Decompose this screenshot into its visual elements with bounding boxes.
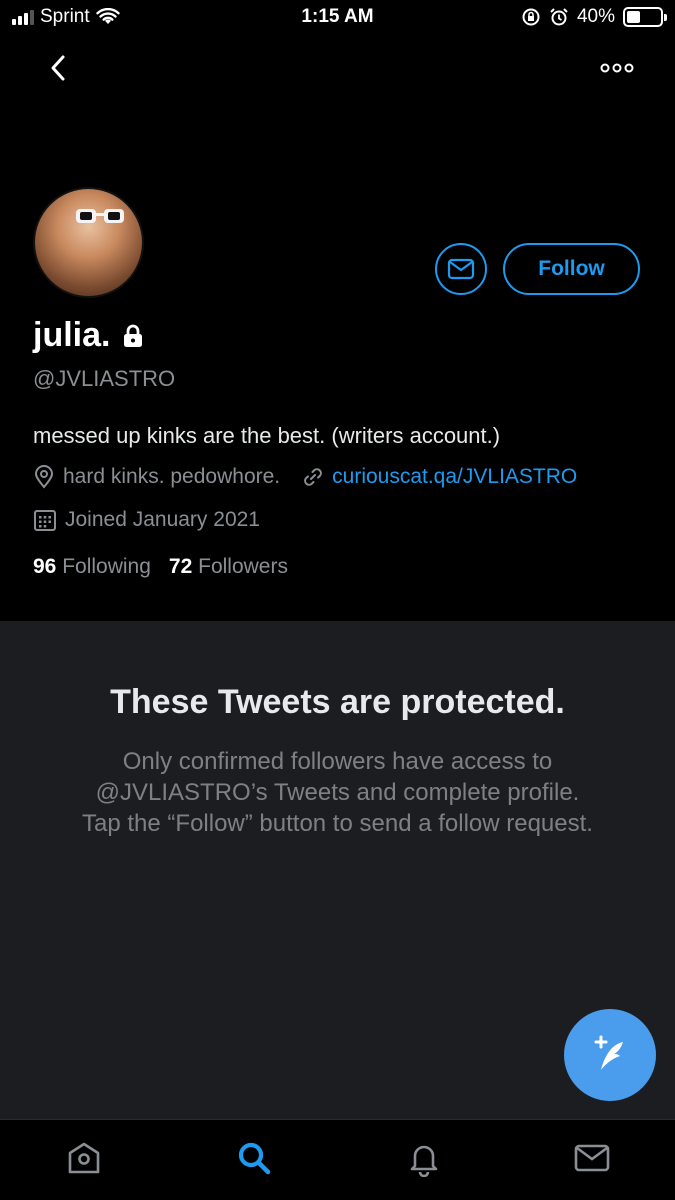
calendar-icon <box>34 510 56 531</box>
bio: messed up kinks are the best. (writers a… <box>33 423 501 448</box>
home-icon <box>68 1142 100 1174</box>
joined-text: Joined January 2021 <box>65 508 260 531</box>
followers-stat[interactable]: 72 Followers <box>169 555 288 579</box>
tab-notifications[interactable] <box>404 1138 444 1178</box>
website[interactable]: curiouscat.qa/JVLIASTRO <box>302 465 577 489</box>
followers-label: Followers <box>198 555 288 578</box>
lock-icon <box>124 324 143 347</box>
orientation-lock-icon <box>522 8 540 26</box>
location-pin-icon <box>34 465 54 489</box>
alarm-icon <box>550 8 568 26</box>
more-button[interactable] <box>599 56 635 80</box>
handle: @JVLIASTRO <box>33 366 176 391</box>
notifications-icon <box>410 1145 438 1177</box>
battery-fill <box>627 11 640 23</box>
battery-percent: 40% <box>576 6 615 27</box>
following-count: 96 <box>33 555 57 578</box>
location-text: hard kinks. pedowhore. <box>63 465 281 488</box>
messages-icon <box>574 1144 610 1172</box>
status-indicators: 40% <box>521 6 667 28</box>
more-dots-icon <box>600 63 634 73</box>
display-name: julia. <box>33 316 111 354</box>
protected-title: These Tweets are protected. <box>110 683 565 721</box>
location: hard kinks. pedowhore. <box>33 465 280 489</box>
display-name-row: julia. <box>33 316 146 355</box>
tab-messages[interactable] <box>572 1138 612 1178</box>
joined: Joined January 2021 <box>33 508 260 532</box>
compose-feather-icon <box>594 1035 623 1070</box>
following-stat[interactable]: 96 Following <box>33 555 151 579</box>
battery-icon <box>623 7 667 27</box>
website-link[interactable]: curiouscat.qa/JVLIASTRO <box>332 465 577 489</box>
protected-message: Only confirmed followers have access to … <box>82 748 593 837</box>
tab-search[interactable] <box>234 1138 274 1178</box>
avatar-photo <box>76 209 124 223</box>
compose-tweet-button[interactable] <box>564 1009 656 1101</box>
joined-row: Joined January 2021 <box>33 508 260 532</box>
tab-bar <box>0 1119 675 1200</box>
follow-button[interactable]: Follow <box>503 243 640 295</box>
mail-icon <box>447 258 475 280</box>
message-button[interactable] <box>435 243 487 295</box>
search-icon <box>238 1142 271 1175</box>
chevron-left-icon <box>51 55 65 81</box>
back-button[interactable] <box>40 50 76 86</box>
profile-meta-row: hard kinks. pedowhore. curiouscat.qa/JVL… <box>33 465 577 489</box>
tab-home[interactable] <box>64 1138 104 1178</box>
avatar[interactable] <box>33 187 144 298</box>
link-icon <box>304 468 322 486</box>
status-bar: Sprint 1:15 AM 40% <box>0 0 675 36</box>
followers-count: 72 <box>168 555 193 578</box>
follow-stats: 96 Following 72 Followers <box>33 555 288 579</box>
following-label: Following <box>62 555 151 578</box>
